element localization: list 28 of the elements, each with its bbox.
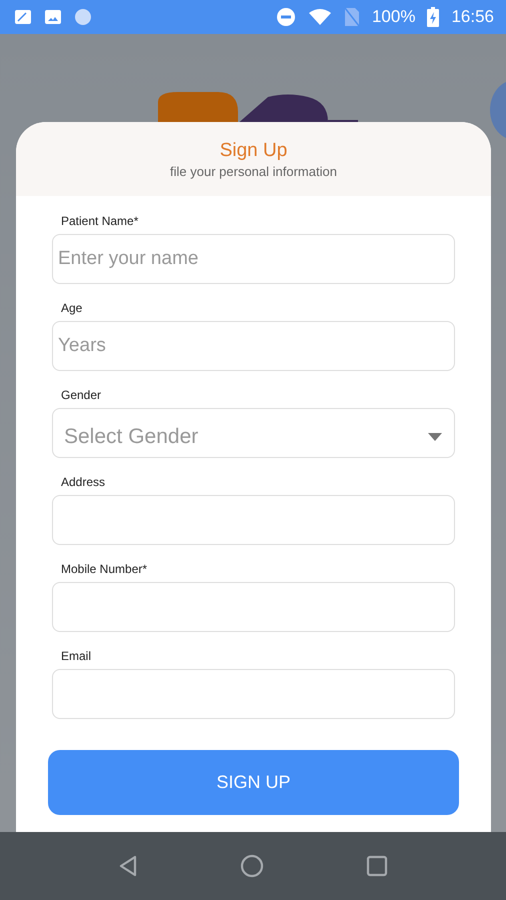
input-field[interactable]: Enter your name	[52, 234, 455, 284]
circle-icon	[74, 8, 92, 26]
sign-up-button[interactable]: SIGN UP	[48, 750, 459, 815]
field-label: Age	[61, 301, 84, 315]
caret-icon	[428, 433, 442, 441]
clock-time: 16:56	[451, 7, 494, 27]
field-label: Gender	[61, 388, 102, 402]
input-field[interactable]: Years	[52, 321, 455, 371]
field-label: Email	[61, 649, 92, 663]
input-field[interactable]	[52, 582, 455, 632]
field-label: Patient Name*	[61, 214, 140, 228]
no-sim-icon	[344, 7, 360, 27]
image-icon	[44, 9, 62, 25]
do-not-disturb-icon	[276, 7, 296, 27]
field-label: Mobile Number*	[61, 562, 148, 576]
recents-icon[interactable]	[366, 855, 388, 877]
wifi-icon	[308, 8, 332, 26]
input-field[interactable]	[52, 669, 455, 719]
form-title: Sign Up	[220, 140, 288, 162]
battery-charging-icon	[427, 7, 440, 27]
notification-icon	[14, 9, 32, 25]
input-field[interactable]	[52, 495, 455, 545]
gender-dropdown[interactable]: Select Gender	[52, 408, 455, 458]
field-label: Address	[61, 475, 106, 489]
battery-percentage: 100%	[372, 7, 416, 27]
back-icon[interactable]	[118, 855, 138, 877]
form-subtitle: file your personal information	[170, 164, 337, 179]
home-icon[interactable]	[240, 854, 264, 878]
